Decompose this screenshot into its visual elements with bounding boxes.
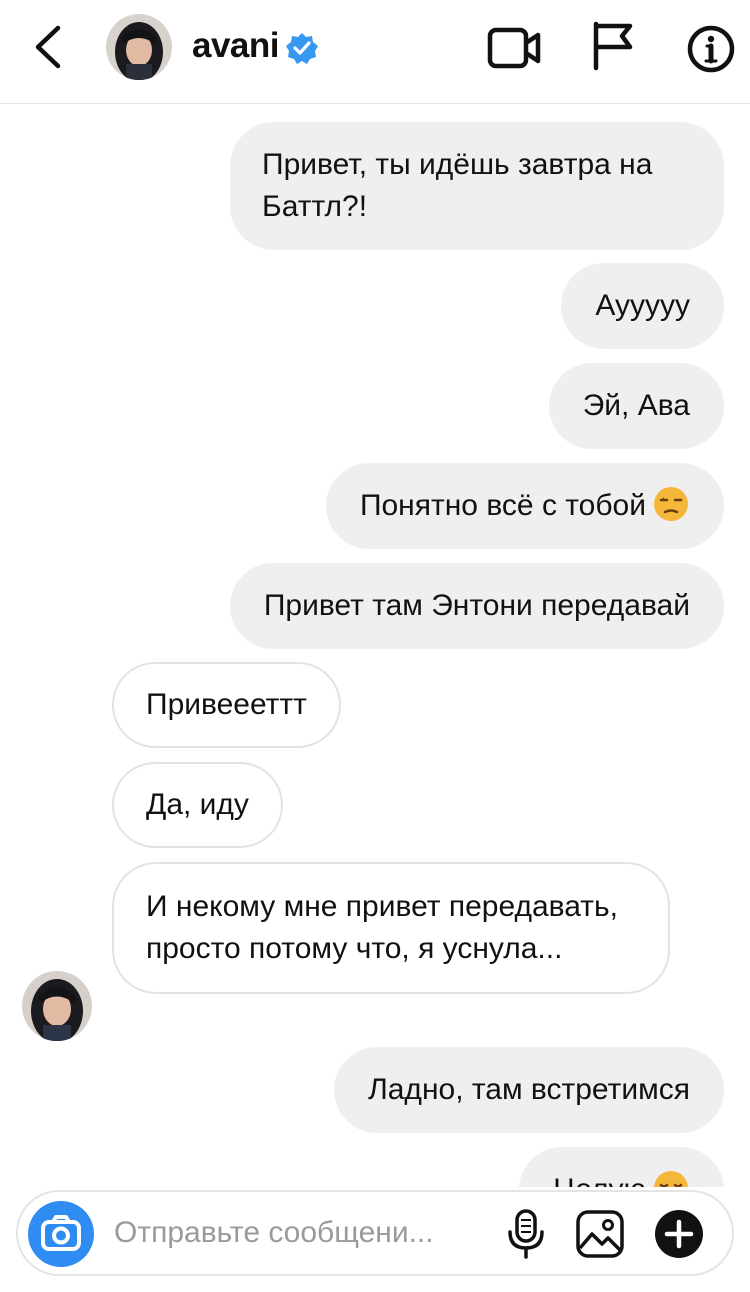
message-thread[interactable]: Привет, ты идёшь завтра на Баттл?! Ауууу… <box>0 105 750 1187</box>
relieved-face-emoji <box>654 1171 688 1187</box>
message-text: И некому мне привет передавать, просто п… <box>146 890 619 965</box>
incoming-message[interactable]: Да, иду <box>112 762 283 848</box>
camera-button[interactable] <box>28 1201 94 1267</box>
message-text: Целую <box>553 1173 646 1187</box>
outgoing-message[interactable]: Аууууу <box>561 263 724 349</box>
message-composer: Отправьте сообщени... <box>16 1190 734 1276</box>
outgoing-message[interactable]: Понятно всё с тобой <box>325 463 724 549</box>
message-text: Эй, Ава <box>582 389 690 422</box>
message-text: Да, иду <box>146 788 249 821</box>
outgoing-message[interactable]: Привет там Энтони передавай <box>229 563 724 649</box>
message-text: Понятно всё с тобой <box>359 489 646 522</box>
outgoing-message[interactable]: Привет, ты идёшь завтра на Баттл?! <box>230 122 724 250</box>
video-camera-icon[interactable] <box>486 24 544 72</box>
chevron-left-icon[interactable] <box>28 22 72 72</box>
incoming-message[interactable]: Привеееттт <box>112 662 341 748</box>
plus-icon[interactable] <box>654 1209 704 1259</box>
message-text: Ладно, там встретимся <box>368 1073 690 1106</box>
flag-icon[interactable] <box>588 20 638 72</box>
unamused-face-emoji <box>654 487 688 521</box>
sender-avatar[interactable] <box>22 971 92 1041</box>
avatar[interactable] <box>106 14 172 80</box>
info-icon[interactable] <box>686 24 736 74</box>
camera-icon <box>41 1215 81 1251</box>
message-text: Привеееттт <box>146 688 307 721</box>
message-text: Привет там Энтони передавай <box>263 589 690 622</box>
outgoing-message[interactable]: Эй, Ава <box>548 363 724 449</box>
message-input[interactable]: Отправьте сообщени... <box>114 1216 474 1250</box>
verified-badge-icon <box>286 33 318 64</box>
outgoing-message[interactable]: Ладно, там встретимся <box>334 1047 724 1133</box>
message-text: Привет, ты идёшь завтра на Баттл?! <box>262 148 653 223</box>
chat-header: avani <box>0 0 750 104</box>
message-text: Аууууу <box>595 289 690 322</box>
outgoing-message[interactable]: Целую <box>519 1147 724 1187</box>
image-icon[interactable] <box>574 1208 626 1260</box>
incoming-message[interactable]: И некому мне привет передавать, просто п… <box>112 862 670 994</box>
microphone-icon[interactable] <box>506 1208 546 1260</box>
chat-username[interactable]: avani <box>192 26 280 66</box>
